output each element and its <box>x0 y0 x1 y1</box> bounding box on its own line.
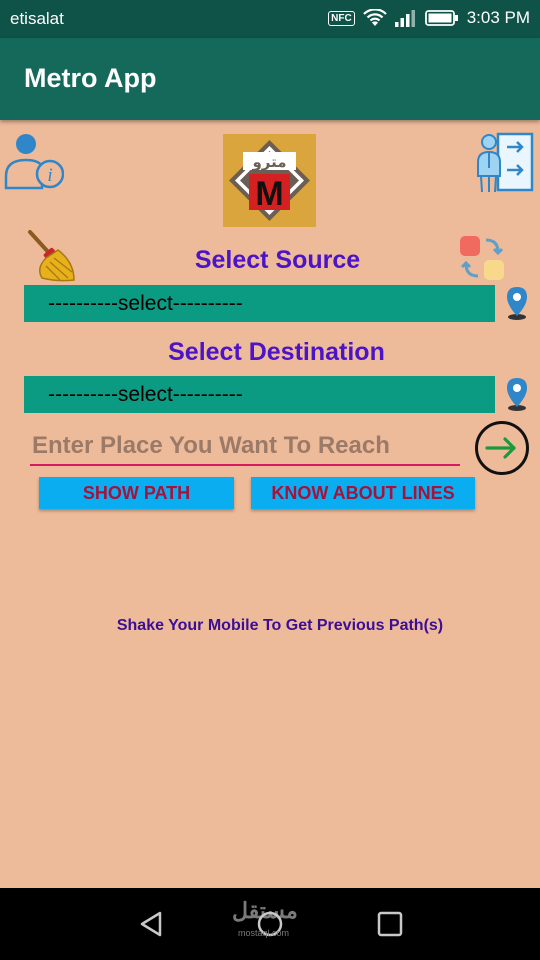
logo-arabic-text: مترو <box>251 153 286 171</box>
signal-icon <box>394 10 415 27</box>
map-pin-icon[interactable] <box>503 285 531 321</box>
logo-letter: M <box>255 175 283 213</box>
select-destination-heading: Select Destination <box>168 338 385 366</box>
battery-icon <box>424 10 458 26</box>
broom-icon[interactable] <box>24 228 78 284</box>
nfc-icon: NFC <box>328 10 355 26</box>
swap-icon[interactable] <box>458 234 506 282</box>
destination-spinner[interactable]: ----------select---------- <box>24 376 495 413</box>
watermark-subtext: mostaql.com <box>238 928 290 938</box>
map-pin-icon[interactable] <box>503 376 531 412</box>
navigation-bar: مستقل mostaql.com <box>0 888 540 960</box>
status-icons: NFC 3:03 PM <box>328 8 530 28</box>
metro-logo-icon: مترو M <box>229 140 310 221</box>
status-bar: etisalat NFC 3:03 PM <box>0 0 540 38</box>
wifi-icon <box>362 9 387 26</box>
shake-hint-text: Shake Your Mobile To Get Previous Path(s… <box>116 617 444 634</box>
user-info-icon[interactable]: i <box>4 132 64 192</box>
know-about-lines-button[interactable]: KNOW ABOUT LINES <box>251 477 475 509</box>
app-title: Metro App <box>24 63 157 93</box>
carrier-name: etisalat <box>10 9 64 28</box>
metro-logo: مترو M <box>223 134 316 227</box>
arrow-right-circle-icon[interactable] <box>474 420 530 476</box>
app-bar: Metro App <box>0 38 540 120</box>
select-source-heading: Select Source <box>194 246 361 274</box>
recents-square-icon[interactable] <box>376 910 404 938</box>
source-spinner[interactable]: ----------select---------- <box>24 285 495 322</box>
directions-icon[interactable] <box>474 128 536 196</box>
back-triangle-icon[interactable] <box>138 910 164 938</box>
place-input[interactable] <box>30 428 460 466</box>
svg-text:i: i <box>47 165 52 186</box>
clock: 3:03 PM <box>466 8 530 27</box>
show-path-button[interactable]: SHOW PATH <box>39 477 234 509</box>
